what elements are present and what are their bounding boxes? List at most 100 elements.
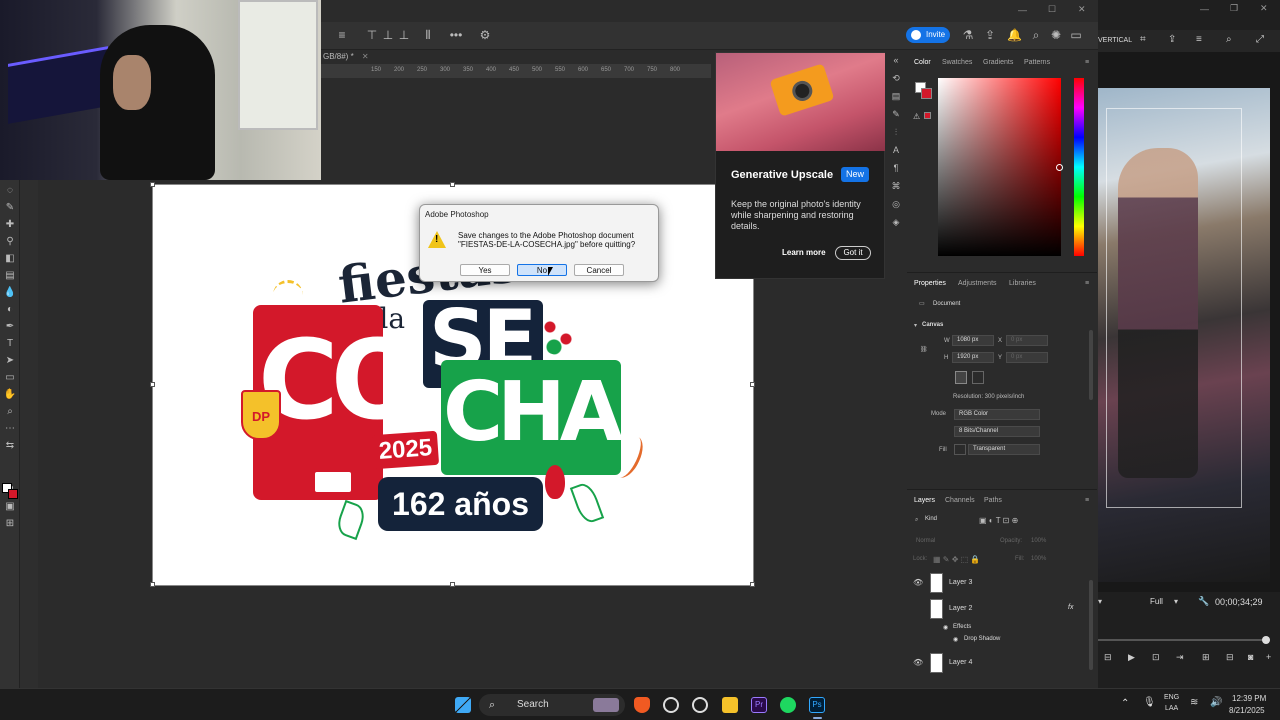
bit-depth-select[interactable]: 8 Bits/Channel [954,426,1040,437]
artboard-icon[interactable]: ⊞ [3,518,17,530]
more-icon[interactable]: ••• [449,28,463,42]
brush-settings-icon[interactable]: ✎ [889,109,903,122]
aspect-menu[interactable]: VERTICAL [1098,37,1132,44]
expand-icon[interactable]: ⤢ [1256,34,1264,45]
chevron-down-icon[interactable]: ▾ [914,322,917,329]
glyphs-icon[interactable]: ⌘ [889,181,903,194]
tab-channels[interactable]: Channels [945,497,975,504]
premiere-icon[interactable]: Pr [751,697,767,713]
pen-icon[interactable]: ✒ [3,321,17,333]
panel-menu-icon[interactable]: ≡ [1085,59,1089,66]
overwrite-icon[interactable]: ⊟ [1226,652,1234,663]
tab-paths[interactable]: Paths [984,497,1002,504]
chatgpt-icon[interactable] [663,697,679,713]
keyboard-layout-indicator[interactable]: LAA [1165,705,1178,712]
wrench-icon[interactable]: 🔧 [1198,596,1209,607]
transform-handle[interactable] [450,182,455,187]
visibility-eye-icon[interactable]: 👁 [913,658,923,667]
chevron-up-icon[interactable]: ⌃ [1121,698,1129,709]
healing-icon[interactable]: ✚ [3,219,17,231]
transform-handle[interactable] [150,582,155,587]
wifi-icon[interactable]: ≋ [1190,697,1198,708]
character-icon[interactable]: A [889,145,903,158]
fill-opacity-field[interactable]: 100% [1031,556,1046,562]
camera-icon[interactable]: ◙ [1248,652,1253,662]
gear-icon[interactable]: ⚙ [478,28,492,42]
color-picker-field[interactable] [938,78,1063,256]
spotify-icon[interactable] [780,697,796,713]
transform-handle[interactable] [150,382,155,387]
tab-properties[interactable]: Properties [914,280,946,287]
got-it-button[interactable]: Got it [835,246,871,260]
step-icon[interactable]: ⊡ [1152,652,1160,663]
app-icon[interactable] [692,697,708,713]
effects-row[interactable]: ◉ Effects [907,622,1089,636]
tab-libraries[interactable]: Libraries [1009,280,1036,287]
y-field[interactable]: 0 px [1006,352,1048,363]
x-field[interactable]: 0 px [1006,335,1048,346]
hue-slider[interactable] [1074,78,1084,256]
collapse-icon[interactable]: « [889,55,903,68]
fill-select[interactable]: Transparent [968,444,1040,455]
sliders-icon[interactable]: ⫶ [889,127,903,140]
align-middle-icon[interactable]: ⊥ [381,28,395,42]
align-icon[interactable]: ≡ [335,28,349,42]
hand-icon[interactable]: ✋ [3,389,17,401]
layer-row[interactable]: 👁 Layer 3 [907,570,1089,596]
brave-icon[interactable] [634,697,650,713]
quality-select[interactable]: Full [1150,597,1163,606]
mark-in-icon[interactable]: ⊟ [1104,652,1112,663]
align-top-icon[interactable]: ⊤ [365,28,379,42]
tab-patterns[interactable]: Patterns [1024,59,1050,66]
invite-button[interactable]: Invite [906,27,950,43]
screen-mode-icon[interactable]: ▣ [3,501,17,513]
volume-icon[interactable]: 🔊 [1210,697,1222,708]
lock-icons[interactable]: ▦ ✎ ✥ ⬚ 🔒 [933,555,980,564]
tab-adjustments[interactable]: Adjustments [958,280,997,287]
panel-menu-icon[interactable]: ≡ [1085,280,1089,287]
bell-icon[interactable]: 🔔 [1007,28,1022,42]
rectangle-icon[interactable]: ▭ [3,372,17,384]
clock-date[interactable]: 8/21/2025 [1229,706,1265,715]
layers-scrollbar[interactable] [1089,580,1093,670]
eraser-icon[interactable]: ◧ [3,253,17,265]
filter-pixel-icon[interactable]: ▣ ◐ T ⊡ ⊕ [979,516,1018,525]
tab-color[interactable]: Color [914,59,931,66]
start-icon[interactable] [455,697,471,713]
color-lookup-icon[interactable]: ◎ [889,199,903,212]
opacity-field[interactable]: 100% [1031,538,1046,544]
no-button[interactable]: No [517,264,567,276]
swap-colors-icon[interactable]: ⇆ [3,440,17,452]
layer-row[interactable]: Layer 2 fx [907,596,1089,622]
transform-handle[interactable] [750,582,755,587]
taskbar-search[interactable]: ⌕ Search [479,694,625,716]
panel-menu-icon[interactable]: ≡ [1085,497,1089,504]
layer-row[interactable]: 👁 Layer 4 [907,650,1089,676]
tab-gradients[interactable]: Gradients [983,59,1013,66]
dodge-icon[interactable]: ◐ [3,304,17,316]
zoom-icon[interactable]: ⌕ [1226,34,1232,45]
tab-close-icon[interactable]: ✕ [362,52,369,61]
transform-handle[interactable] [450,582,455,587]
file-explorer-icon[interactable] [722,697,738,713]
close-icon[interactable]: ✕ [1078,4,1086,15]
chevron-down-icon[interactable]: ▾ [1174,597,1178,606]
flask-icon[interactable]: ⚗ [961,28,975,42]
mode-select[interactable]: RGB Color [954,409,1040,420]
language-indicator[interactable]: ENG [1164,694,1179,701]
fx-badge[interactable]: fx [1068,604,1073,611]
photoshop-icon[interactable]: Ps [809,697,825,713]
portrait-orientation-button[interactable] [955,371,967,384]
maximize-icon[interactable]: ☐ [1048,4,1056,15]
transform-handle[interactable] [150,182,155,187]
play-icon[interactable]: ▶ [1128,652,1135,663]
web-safe-swatch[interactable] [924,112,931,119]
lightbulb-icon[interactable]: ✺ [1049,28,1063,42]
effect-row[interactable]: ◉ Drop Shadow [907,635,1089,649]
blend-mode-select[interactable]: Normal [916,538,935,544]
search-icon[interactable]: ⌕ [1029,28,1043,42]
history-icon[interactable]: ⟲ [889,73,903,86]
align-bottom-icon[interactable]: ⊥ [397,28,411,42]
minimize-icon[interactable]: — [1200,4,1209,14]
kind-filter[interactable]: Kind [921,515,966,526]
